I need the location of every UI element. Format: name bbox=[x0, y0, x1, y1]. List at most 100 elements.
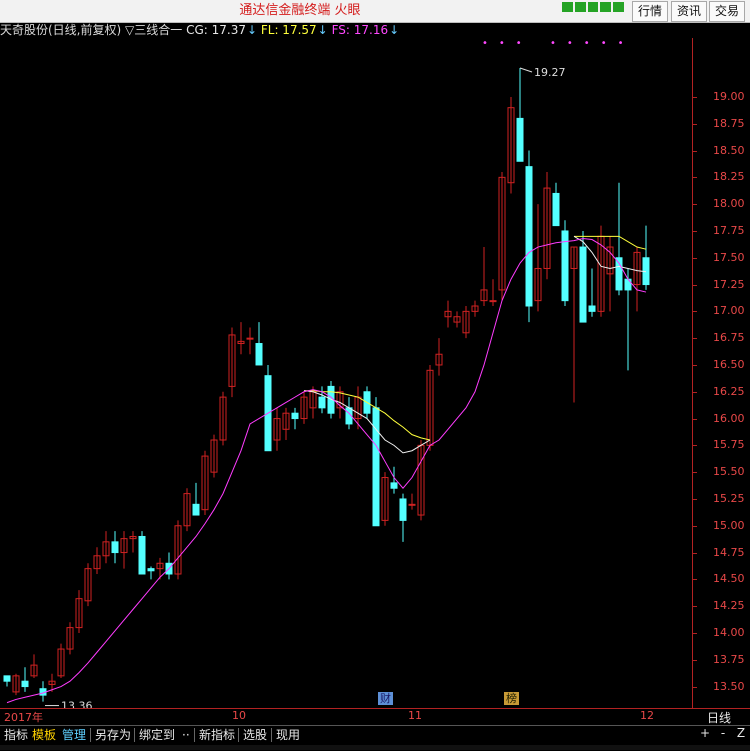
candle-body bbox=[489, 300, 497, 303]
fl-arrow-icon: ↓ bbox=[317, 23, 328, 37]
indicator-name[interactable]: ▽三线合一 bbox=[125, 23, 182, 37]
x-label-year: 2017年 bbox=[4, 711, 43, 724]
y-tick-label: 16.25 bbox=[713, 384, 745, 398]
candle-body bbox=[21, 680, 29, 688]
indicator-legend: 天奇股份(日线,前复权) ▽三线合一 CG: 17.37↓ FL: 17.57↓… bbox=[0, 22, 399, 38]
y-tick-label: 15.75 bbox=[713, 438, 745, 452]
cg-value: CG: 17.37 bbox=[186, 23, 246, 37]
low-label: 13.36 bbox=[61, 700, 93, 708]
candle-body bbox=[291, 412, 299, 420]
trade-button[interactable]: 交易 bbox=[709, 1, 745, 22]
zoom-in-button[interactable]: + bbox=[698, 726, 712, 740]
y-tick-label: 13.75 bbox=[713, 652, 745, 666]
x-label-dec: 12 bbox=[640, 709, 654, 722]
y-tick-label: 17.50 bbox=[713, 250, 745, 264]
bind-to-button[interactable]: 绑定到 bbox=[137, 726, 177, 744]
candle-body bbox=[624, 278, 632, 291]
y-tick-label: 16.50 bbox=[713, 357, 745, 371]
candle-body bbox=[579, 246, 587, 323]
candle-body bbox=[255, 343, 263, 366]
y-tick-mark bbox=[692, 606, 697, 608]
y-tick-label: 15.25 bbox=[713, 491, 745, 505]
stock-picker-button[interactable]: 选股 bbox=[241, 726, 269, 744]
high-label: 19.27 bbox=[534, 66, 566, 79]
cg-arrow-icon: ↓ bbox=[246, 23, 258, 37]
y-tick-mark bbox=[692, 659, 697, 661]
y-tick-label: 13.50 bbox=[713, 679, 745, 693]
finance-badge[interactable]: 财 bbox=[378, 692, 393, 705]
separator bbox=[194, 728, 195, 742]
app-title: 通达信金融终端 火眼 bbox=[239, 3, 361, 18]
y-tick-mark bbox=[692, 230, 697, 232]
separator bbox=[271, 728, 272, 742]
y-tick-mark bbox=[692, 177, 697, 179]
x-axis bbox=[0, 708, 750, 726]
y-tick-mark bbox=[692, 686, 697, 688]
zoom-out-button[interactable]: - bbox=[716, 726, 730, 740]
y-tick-mark bbox=[692, 525, 697, 527]
ranking-badge[interactable]: 榜 bbox=[504, 692, 519, 705]
status-strip bbox=[0, 745, 750, 750]
new-indicator-button[interactable]: 新指标 bbox=[197, 726, 237, 744]
y-tick-label: 18.25 bbox=[713, 170, 745, 184]
zoom-reset-button[interactable]: Z bbox=[734, 726, 748, 740]
separator bbox=[90, 728, 91, 742]
y-tick-label: 14.25 bbox=[713, 599, 745, 613]
x-label-oct: 10 bbox=[232, 709, 246, 722]
candle-body bbox=[246, 337, 254, 340]
y-tick-label: 18.75 bbox=[713, 116, 745, 130]
candle-body bbox=[390, 482, 398, 489]
y-tick-mark bbox=[692, 364, 697, 366]
more-button[interactable]: ·· bbox=[180, 726, 192, 744]
y-tick-label: 18.50 bbox=[713, 143, 745, 157]
y-tick-mark bbox=[692, 579, 697, 581]
y-tick-mark bbox=[692, 284, 697, 286]
indicator-tab[interactable]: 指标 bbox=[2, 726, 30, 744]
y-tick-mark bbox=[692, 552, 697, 554]
market-button[interactable]: 行情 bbox=[632, 1, 668, 22]
y-tick-mark bbox=[692, 257, 697, 259]
manage-tab[interactable]: 管理 bbox=[60, 726, 88, 744]
x-label-nov: 11 bbox=[408, 709, 422, 722]
y-tick-label: 17.75 bbox=[713, 223, 745, 237]
candlestick-chart[interactable]: 19.27 13.36 bbox=[0, 38, 692, 708]
current-button[interactable]: 现用 bbox=[274, 726, 302, 744]
separator bbox=[238, 728, 239, 742]
candle-body bbox=[516, 117, 524, 162]
separator bbox=[134, 728, 135, 742]
candle-body bbox=[147, 568, 155, 572]
candle-body bbox=[318, 396, 326, 409]
y-axis-line bbox=[692, 38, 693, 708]
candle-body bbox=[111, 541, 119, 554]
period-selector[interactable]: 日线 bbox=[707, 709, 731, 726]
candle-body bbox=[3, 675, 11, 682]
candle-body bbox=[588, 305, 596, 312]
y-tick-label: 17.25 bbox=[713, 277, 745, 291]
y-tick-mark bbox=[692, 445, 697, 447]
candle-body bbox=[192, 503, 200, 516]
y-tick-label: 15.50 bbox=[713, 465, 745, 479]
y-tick-mark bbox=[692, 123, 697, 125]
y-tick-mark bbox=[692, 311, 697, 313]
y-tick-label: 14.50 bbox=[713, 572, 745, 586]
news-button[interactable]: 资讯 bbox=[671, 1, 707, 22]
candle-body bbox=[138, 535, 146, 575]
template-tab[interactable]: 模板 bbox=[30, 726, 58, 744]
candle-body bbox=[399, 498, 407, 521]
y-tick-label: 19.00 bbox=[713, 89, 745, 103]
y-tick-label: 16.00 bbox=[713, 411, 745, 425]
candle-body bbox=[525, 166, 533, 307]
y-tick-label: 14.00 bbox=[713, 625, 745, 639]
y-tick-mark bbox=[692, 150, 697, 152]
candle-body bbox=[552, 192, 560, 227]
connection-status-indicator bbox=[562, 2, 624, 12]
y-tick-label: 17.00 bbox=[713, 304, 745, 318]
y-tick-mark bbox=[692, 204, 697, 206]
fl-value: FL: 17.57 bbox=[260, 23, 317, 37]
save-as-button[interactable]: 另存为 bbox=[93, 726, 133, 744]
y-tick-mark bbox=[692, 418, 697, 420]
stock-name[interactable]: 天奇股份(日线,前复权) bbox=[0, 23, 121, 37]
y-tick-label: 16.75 bbox=[713, 331, 745, 345]
y-tick-mark bbox=[692, 391, 697, 393]
high-pointer bbox=[519, 67, 533, 73]
